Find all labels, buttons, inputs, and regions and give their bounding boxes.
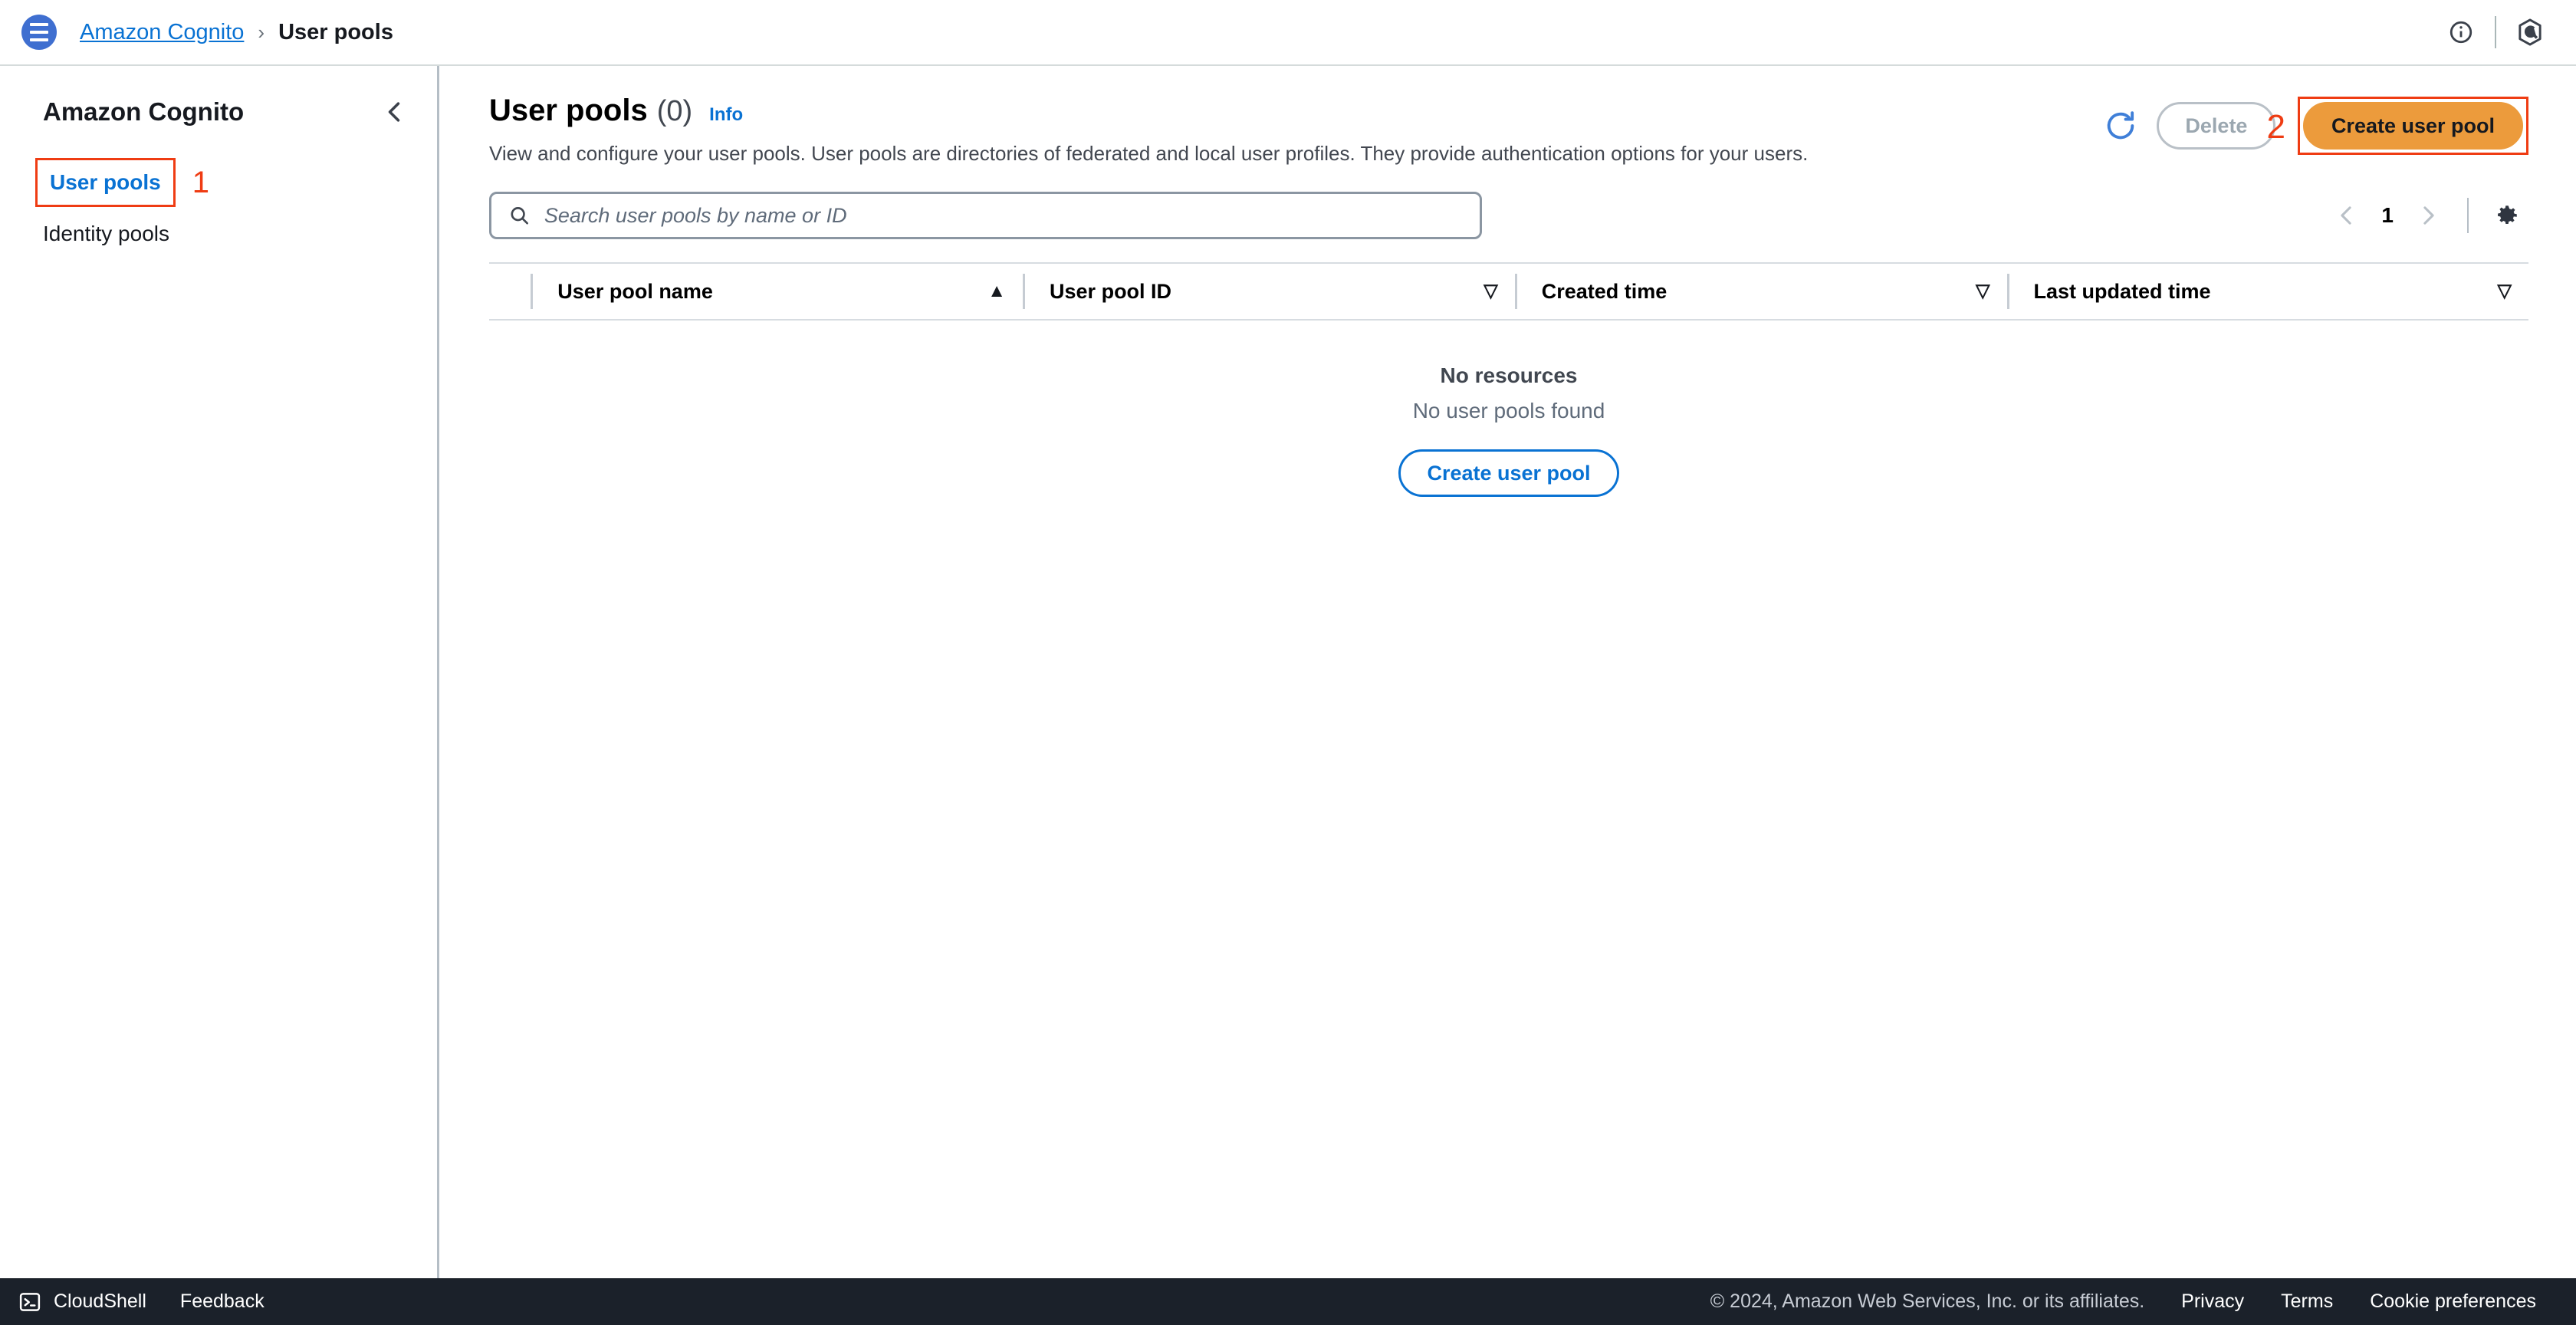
column-header-user-pool-name[interactable]: User pool name ▲: [531, 274, 1023, 309]
breadcrumb-separator-icon: ›: [258, 20, 265, 44]
page-header-actions: Delete 2 Create user pool: [2095, 94, 2528, 155]
empty-state-action: Create user pool: [489, 449, 2528, 497]
empty-create-user-pool-button[interactable]: Create user pool: [1398, 449, 1619, 497]
column-label: User pool name: [557, 279, 713, 303]
empty-state-subtitle: No user pools found: [1412, 399, 1605, 422]
gear-icon[interactable]: [2486, 194, 2528, 237]
privacy-link[interactable]: Privacy: [2181, 1290, 2244, 1313]
empty-state: No resources No user pools found Create …: [489, 321, 2528, 497]
pagination-divider: [2467, 198, 2469, 233]
refresh-icon[interactable]: [2095, 100, 2146, 151]
column-header-user-pool-id[interactable]: User pool ID ▽: [1023, 274, 1515, 309]
cookie-preferences-link[interactable]: Cookie preferences: [2370, 1290, 2536, 1313]
user-pools-table: User pool name ▲ User pool ID ▽ Created …: [489, 262, 2528, 497]
toolbar-divider: [2495, 16, 2496, 48]
table-tools: 1: [489, 192, 2528, 239]
column-label: Last updated time: [2033, 279, 2211, 303]
pagination: 1: [2325, 194, 2528, 237]
cloudshell-terminal-icon: [19, 1292, 41, 1311]
sidebar-header: Amazon Cognito: [0, 95, 437, 129]
cloudshell-label: CloudShell: [54, 1290, 146, 1312]
main-content: User pools (0) Info View and configure y…: [442, 66, 2576, 1278]
sort-icon: ▽: [1484, 281, 1498, 301]
annotation-number-2: 2: [2266, 108, 2285, 146]
table-header-row: User pool name ▲ User pool ID ▽ Created …: [489, 264, 2528, 321]
page-title: User pools (0) Info: [489, 94, 2095, 128]
column-label: User pool ID: [1050, 279, 1172, 303]
empty-state-title: No resources: [1440, 363, 1578, 387]
sort-ascending-icon: ▲: [987, 281, 1007, 301]
hamburger-menu-icon[interactable]: [21, 15, 57, 50]
column-header-last-updated-time[interactable]: Last updated time ▽: [2006, 274, 2529, 309]
pagination-next-icon[interactable]: [2407, 194, 2450, 237]
search-user-pools-container[interactable]: [489, 192, 1482, 239]
delete-button: Delete: [2157, 102, 2276, 150]
sidebar-item-identity-pools[interactable]: Identity pools: [0, 212, 437, 256]
search-input[interactable]: [544, 203, 1463, 228]
breadcrumb: Amazon Cognito › User pools: [80, 20, 393, 45]
column-label: Created time: [1541, 279, 1668, 303]
pagination-previous-icon[interactable]: [2325, 194, 2367, 237]
column-header-created-time[interactable]: Created time ▽: [1514, 274, 2007, 309]
footer-left: CloudShell Feedback: [18, 1290, 264, 1313]
hamburger-bar: [30, 38, 48, 41]
sidebar-item-user-pools-annotated: User pools 1: [0, 158, 437, 207]
sidebar-item-user-pools[interactable]: User pools: [39, 162, 172, 203]
page-title-count: (0): [656, 95, 693, 127]
info-link[interactable]: Info: [709, 104, 743, 126]
terms-link[interactable]: Terms: [2281, 1290, 2333, 1313]
cognito-hexagon-icon[interactable]: [2507, 9, 2553, 55]
page-description: View and configure your user pools. User…: [489, 142, 1809, 165]
annotation-box-2: Create user pool: [2297, 97, 2528, 155]
hamburger-bar: [30, 23, 48, 26]
sort-icon: ▽: [2497, 281, 2512, 301]
copyright-text: © 2024, Amazon Web Services, Inc. or its…: [1710, 1290, 2145, 1312]
hamburger-bar: [30, 31, 48, 34]
cloudshell-button[interactable]: CloudShell: [18, 1290, 146, 1313]
search-icon: [511, 207, 528, 225]
create-user-pool-button[interactable]: Create user pool: [2302, 102, 2523, 150]
top-navigation-actions: [2438, 0, 2576, 64]
top-navigation-bar: Amazon Cognito › User pools: [0, 0, 2576, 66]
breadcrumb-current-user-pools: User pools: [278, 19, 393, 44]
annotation-box-1: User pools: [35, 158, 176, 207]
annotation-number-1: 1: [192, 166, 209, 199]
sidebar-title: Amazon Cognito: [43, 97, 245, 126]
feedback-link[interactable]: Feedback: [180, 1290, 264, 1313]
page-title-text: User pools: [489, 94, 648, 127]
chevron-left-icon[interactable]: [377, 95, 411, 129]
sort-icon: ▽: [1976, 281, 1990, 301]
breadcrumb-link-amazon-cognito[interactable]: Amazon Cognito: [80, 20, 244, 45]
page-title-block: User pools (0) Info View and configure y…: [489, 94, 2095, 166]
pagination-page-1[interactable]: 1: [2367, 203, 2407, 228]
footer-right: © 2024, Amazon Web Services, Inc. or its…: [1710, 1290, 2558, 1313]
page-header: User pools (0) Info View and configure y…: [489, 66, 2528, 166]
info-circle-icon[interactable]: [2438, 9, 2484, 55]
side-navigation: Amazon Cognito User pools 1 Identity poo…: [0, 66, 439, 1278]
footer-bar: CloudShell Feedback © 2024, Amazon Web S…: [0, 1278, 2576, 1325]
